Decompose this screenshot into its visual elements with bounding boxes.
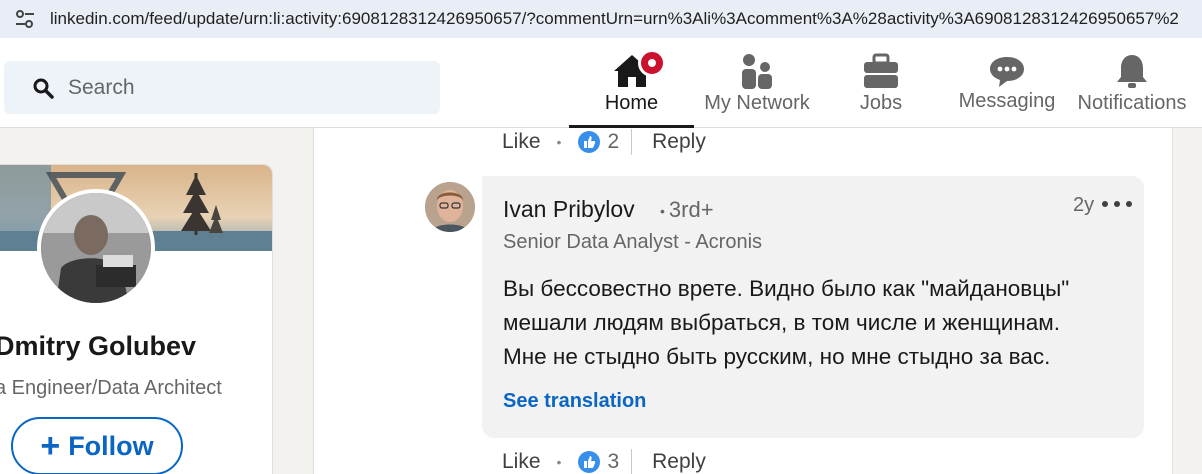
separator-dot: • <box>556 454 562 470</box>
reply-button[interactable]: Reply <box>652 450 706 474</box>
plus-icon: + <box>40 427 61 465</box>
degree-label: 3rd+ <box>668 197 714 222</box>
global-nav: Home My Network Jobs <box>0 38 1202 128</box>
reply-button[interactable]: Reply <box>652 130 706 154</box>
nav-my-network[interactable]: My Network <box>697 38 817 128</box>
nav-home-label: Home <box>604 92 659 114</box>
chat-icon <box>987 52 1027 90</box>
like-reaction-icon[interactable] <box>577 450 601 474</box>
commenter-headline: Senior Data Analyst - Acronis <box>503 231 763 253</box>
nav-notifications[interactable]: Notifications <box>1070 38 1194 128</box>
more-options-icon[interactable] <box>1102 192 1132 216</box>
comment-timestamp: 2y <box>1073 194 1095 216</box>
search-icon <box>32 77 54 99</box>
reaction-count[interactable]: 2 <box>607 130 619 154</box>
nav-messaging-label: Messaging <box>958 90 1056 112</box>
divider <box>631 129 633 155</box>
bell-icon <box>1112 52 1152 90</box>
search-input[interactable] <box>68 75 408 100</box>
search-box[interactable] <box>4 61 440 114</box>
follow-label: Follow <box>68 430 154 461</box>
see-translation-link[interactable]: See translation <box>503 390 646 413</box>
like-button[interactable]: Like <box>502 450 541 474</box>
like-button[interactable]: Like <box>502 130 541 154</box>
notification-badge <box>637 49 666 77</box>
network-icon <box>737 52 777 90</box>
home-icon <box>612 49 666 90</box>
site-settings-icon[interactable] <box>14 9 36 29</box>
profile-card: Dmitry Golubev a Engineer/Data Architect… <box>0 164 273 474</box>
commenter-name[interactable]: Ivan Pribylov <box>503 196 635 223</box>
like-reaction-icon[interactable] <box>577 130 601 154</box>
connection-degree: • 3rd+ <box>660 197 714 222</box>
nav-home[interactable]: Home <box>569 38 694 128</box>
nav-my-network-label: My Network <box>704 92 810 114</box>
url-text[interactable]: linkedin.com/feed/update/urn:li:activity… <box>50 9 1200 29</box>
comment-line: Вы бессовестно врете. Видно было как "ма… <box>503 276 1070 301</box>
profile-name[interactable]: Dmitry Golubev <box>0 331 196 362</box>
briefcase-icon <box>861 52 901 90</box>
nav-messaging[interactable]: Messaging <box>952 38 1062 128</box>
profile-avatar[interactable] <box>37 189 155 307</box>
browser-url-bar[interactable]: linkedin.com/feed/update/urn:li:activity… <box>0 0 1202 38</box>
comment-line: мешали людям выбраться, в том числе и же… <box>503 310 1061 335</box>
separator-dot: • <box>556 134 562 150</box>
comment-bubble: Ivan Pribylov • 3rd+ 2y Senior Data Analy… <box>482 176 1144 438</box>
comment-actions: Like • 3 Reply <box>502 448 706 474</box>
nav-notifications-label: Notifications <box>1077 92 1187 114</box>
profile-headline: a Engineer/Data Architect <box>0 377 222 399</box>
nav-jobs[interactable]: Jobs <box>841 38 921 128</box>
comment-line: Мне не стыдно быть русским, но мне стыдн… <box>503 344 1051 369</box>
comment-text: Вы бессовестно врете. Видно было как "ма… <box>503 272 1128 374</box>
divider <box>631 449 633 474</box>
follow-button[interactable]: + Follow <box>11 417 183 474</box>
nav-jobs-label: Jobs <box>859 92 903 114</box>
commenter-avatar[interactable] <box>425 182 475 232</box>
prev-comment-actions: Like • 2 Reply <box>502 128 706 156</box>
reaction-count[interactable]: 3 <box>607 450 619 474</box>
